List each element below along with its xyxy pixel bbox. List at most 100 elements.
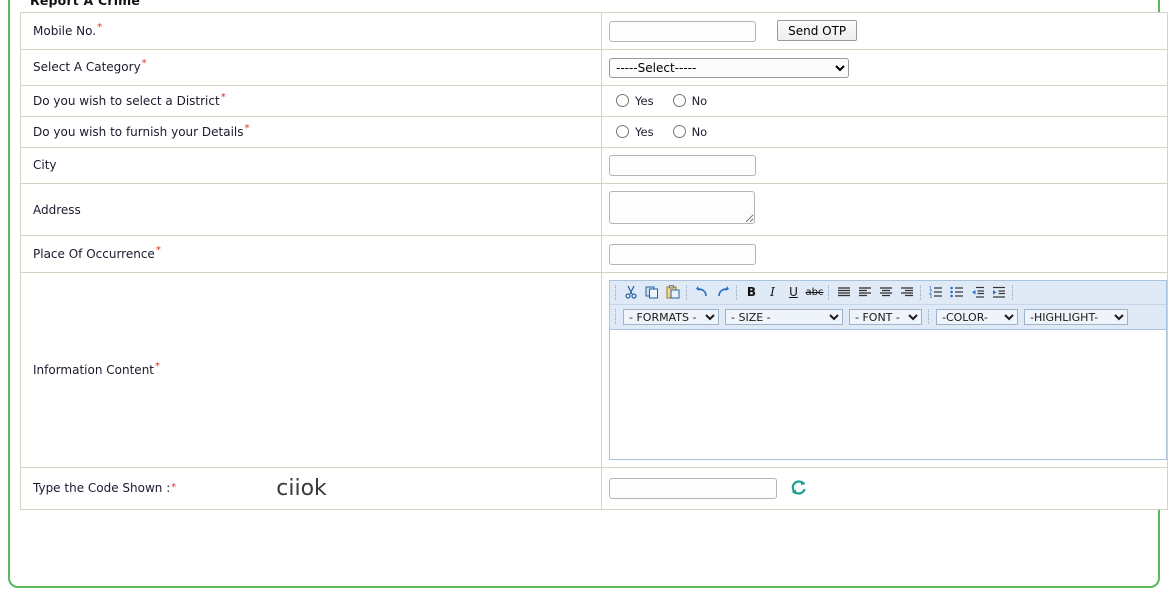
category-select[interactable]: -----Select-----: [609, 57, 849, 78]
label-cell-place: Place Of Occurrence*: [20, 235, 602, 273]
table-row-address: Address: [20, 183, 1168, 236]
label-cell-details: Do you wish to furnish your Details*: [20, 115, 602, 148]
copy-icon[interactable]: [642, 283, 661, 302]
toolbar-separator: [1012, 284, 1014, 300]
svg-text:3: 3: [929, 294, 932, 298]
label-cell-category: Select A Category*: [20, 48, 602, 86]
toolbar-separator: [736, 284, 738, 300]
details-radio-yes[interactable]: [616, 125, 629, 138]
cut-icon[interactable]: [621, 283, 640, 302]
captcha-input[interactable]: [609, 477, 777, 499]
toolbar-separator: [928, 309, 930, 324]
rich-text-editor: B I U abc 1 2 3 - FORMATS - - SIZE - - F…: [609, 279, 1167, 460]
district-radio-yes-label[interactable]: Yes: [635, 94, 654, 108]
color-select[interactable]: -COLOR-: [936, 308, 1018, 325]
required-asterisk: *: [97, 21, 103, 33]
italic-icon[interactable]: I: [763, 283, 782, 302]
label-cell-address: Address: [20, 183, 602, 236]
district-radio-no-label[interactable]: No: [692, 94, 708, 108]
align-left-icon[interactable]: [855, 283, 874, 302]
label-details: Do you wish to furnish your Details: [33, 124, 244, 139]
required-asterisk: *: [220, 91, 226, 103]
redo-icon[interactable]: [713, 283, 732, 302]
fieldset-legend: Report A Crime: [24, 0, 147, 8]
table-row-place: Place Of Occurrence*: [20, 235, 1168, 273]
undo-icon[interactable]: [692, 283, 711, 302]
align-center-icon[interactable]: [876, 283, 895, 302]
report-a-crime-fieldset: Report A Crime Mobile No.* Send OTP Sele…: [8, 0, 1168, 588]
field-cell-city: [601, 146, 1168, 184]
district-radio-group: Yes No: [609, 94, 1167, 108]
district-radio-no[interactable]: [672, 94, 686, 107]
toolbar-separator: [920, 284, 922, 300]
address-textarea[interactable]: [609, 191, 755, 224]
indent-icon[interactable]: [989, 283, 1008, 302]
label-cell-captcha: Type the Code Shown : * ciiok: [20, 466, 602, 510]
label-cell-information-content: Information Content*: [20, 271, 602, 468]
refresh-captcha-icon[interactable]: [790, 479, 807, 496]
font-select[interactable]: - FONT -: [849, 308, 922, 325]
required-asterisk: *: [155, 244, 161, 256]
mobile-number-input[interactable]: [609, 20, 756, 42]
table-row-category: Select A Category* -----Select-----: [20, 48, 1168, 86]
captcha-label-wrap: Type the Code Shown : * ciiok: [33, 475, 327, 501]
toolbar-separator: [615, 309, 617, 324]
label-place: Place Of Occurrence: [33, 246, 155, 261]
editor-toolbar-row-1: B I U abc 1 2 3: [610, 280, 1166, 305]
table-row-information-content: Information Content* B I U abc 1 2 3 - F…: [20, 271, 1168, 468]
field-cell-details: Yes No: [601, 115, 1168, 148]
field-cell-district: Yes No: [601, 84, 1168, 117]
table-row-details: Do you wish to furnish your Details* Yes…: [20, 115, 1168, 148]
captcha-image-text: ciiok: [276, 475, 327, 501]
editor-toolbar-row-2: - FORMATS - - SIZE - - FONT - -COLOR- -H…: [610, 304, 1166, 330]
label-city: City: [33, 158, 57, 173]
label-cell-mobile: Mobile No.*: [20, 12, 602, 50]
label-mobile: Mobile No.: [33, 23, 97, 38]
table-row-mobile: Mobile No.* Send OTP: [20, 12, 1168, 50]
table-row-captcha: Type the Code Shown : * ciiok: [20, 466, 1168, 510]
editor-content-area[interactable]: [610, 329, 1166, 459]
field-cell-mobile: Send OTP: [601, 12, 1168, 50]
ordered-list-icon[interactable]: 123: [926, 283, 945, 302]
highlight-select[interactable]: -HIGHLIGHT-: [1024, 308, 1128, 325]
details-radio-no[interactable]: [672, 125, 686, 138]
label-district: Do you wish to select a District: [33, 93, 220, 108]
label-captcha: Type the Code Shown :: [33, 481, 171, 495]
send-otp-button[interactable]: Send OTP: [777, 20, 858, 41]
field-cell-information-content: B I U abc 1 2 3 - FORMATS - - SIZE - - F…: [601, 271, 1168, 468]
size-select[interactable]: - SIZE -: [725, 308, 843, 325]
details-radio-group: Yes No: [609, 125, 1167, 139]
required-asterisk: *: [155, 360, 161, 372]
label-address: Address: [33, 202, 81, 217]
label-cell-city: City: [20, 146, 602, 184]
city-input[interactable]: [609, 155, 756, 176]
toolbar-separator: [615, 284, 617, 300]
report-crime-form-table: Mobile No.* Send OTP Select A Category* …: [20, 12, 1168, 510]
align-justify-icon[interactable]: [834, 283, 853, 302]
toolbar-separator: [828, 284, 830, 300]
outdent-icon[interactable]: [968, 283, 987, 302]
field-cell-place: [601, 235, 1168, 273]
field-cell-address: [601, 183, 1168, 236]
details-radio-no-label[interactable]: No: [692, 125, 708, 139]
unordered-list-icon[interactable]: [947, 283, 966, 302]
toolbar-separator: [686, 284, 688, 300]
formats-select[interactable]: - FORMATS -: [623, 308, 719, 325]
label-category: Select A Category: [33, 60, 141, 74]
details-radio-yes-label[interactable]: Yes: [635, 125, 654, 139]
label-information-content: Information Content: [33, 362, 155, 377]
paste-icon[interactable]: [663, 283, 682, 302]
field-cell-captcha: [601, 466, 1168, 510]
label-cell-district: Do you wish to select a District*: [20, 84, 602, 117]
district-radio-yes[interactable]: [616, 94, 629, 107]
underline-icon[interactable]: U: [784, 283, 803, 302]
strikethrough-icon[interactable]: abc: [805, 283, 824, 302]
field-cell-category: -----Select-----: [601, 48, 1168, 86]
align-right-icon[interactable]: [897, 283, 916, 302]
required-asterisk: *: [244, 122, 250, 134]
required-asterisk: *: [141, 58, 147, 69]
table-row-district: Do you wish to select a District* Yes No: [20, 84, 1168, 117]
bold-icon[interactable]: B: [742, 283, 761, 302]
place-of-occurrence-input[interactable]: [609, 243, 756, 265]
table-row-city: City: [20, 146, 1168, 184]
